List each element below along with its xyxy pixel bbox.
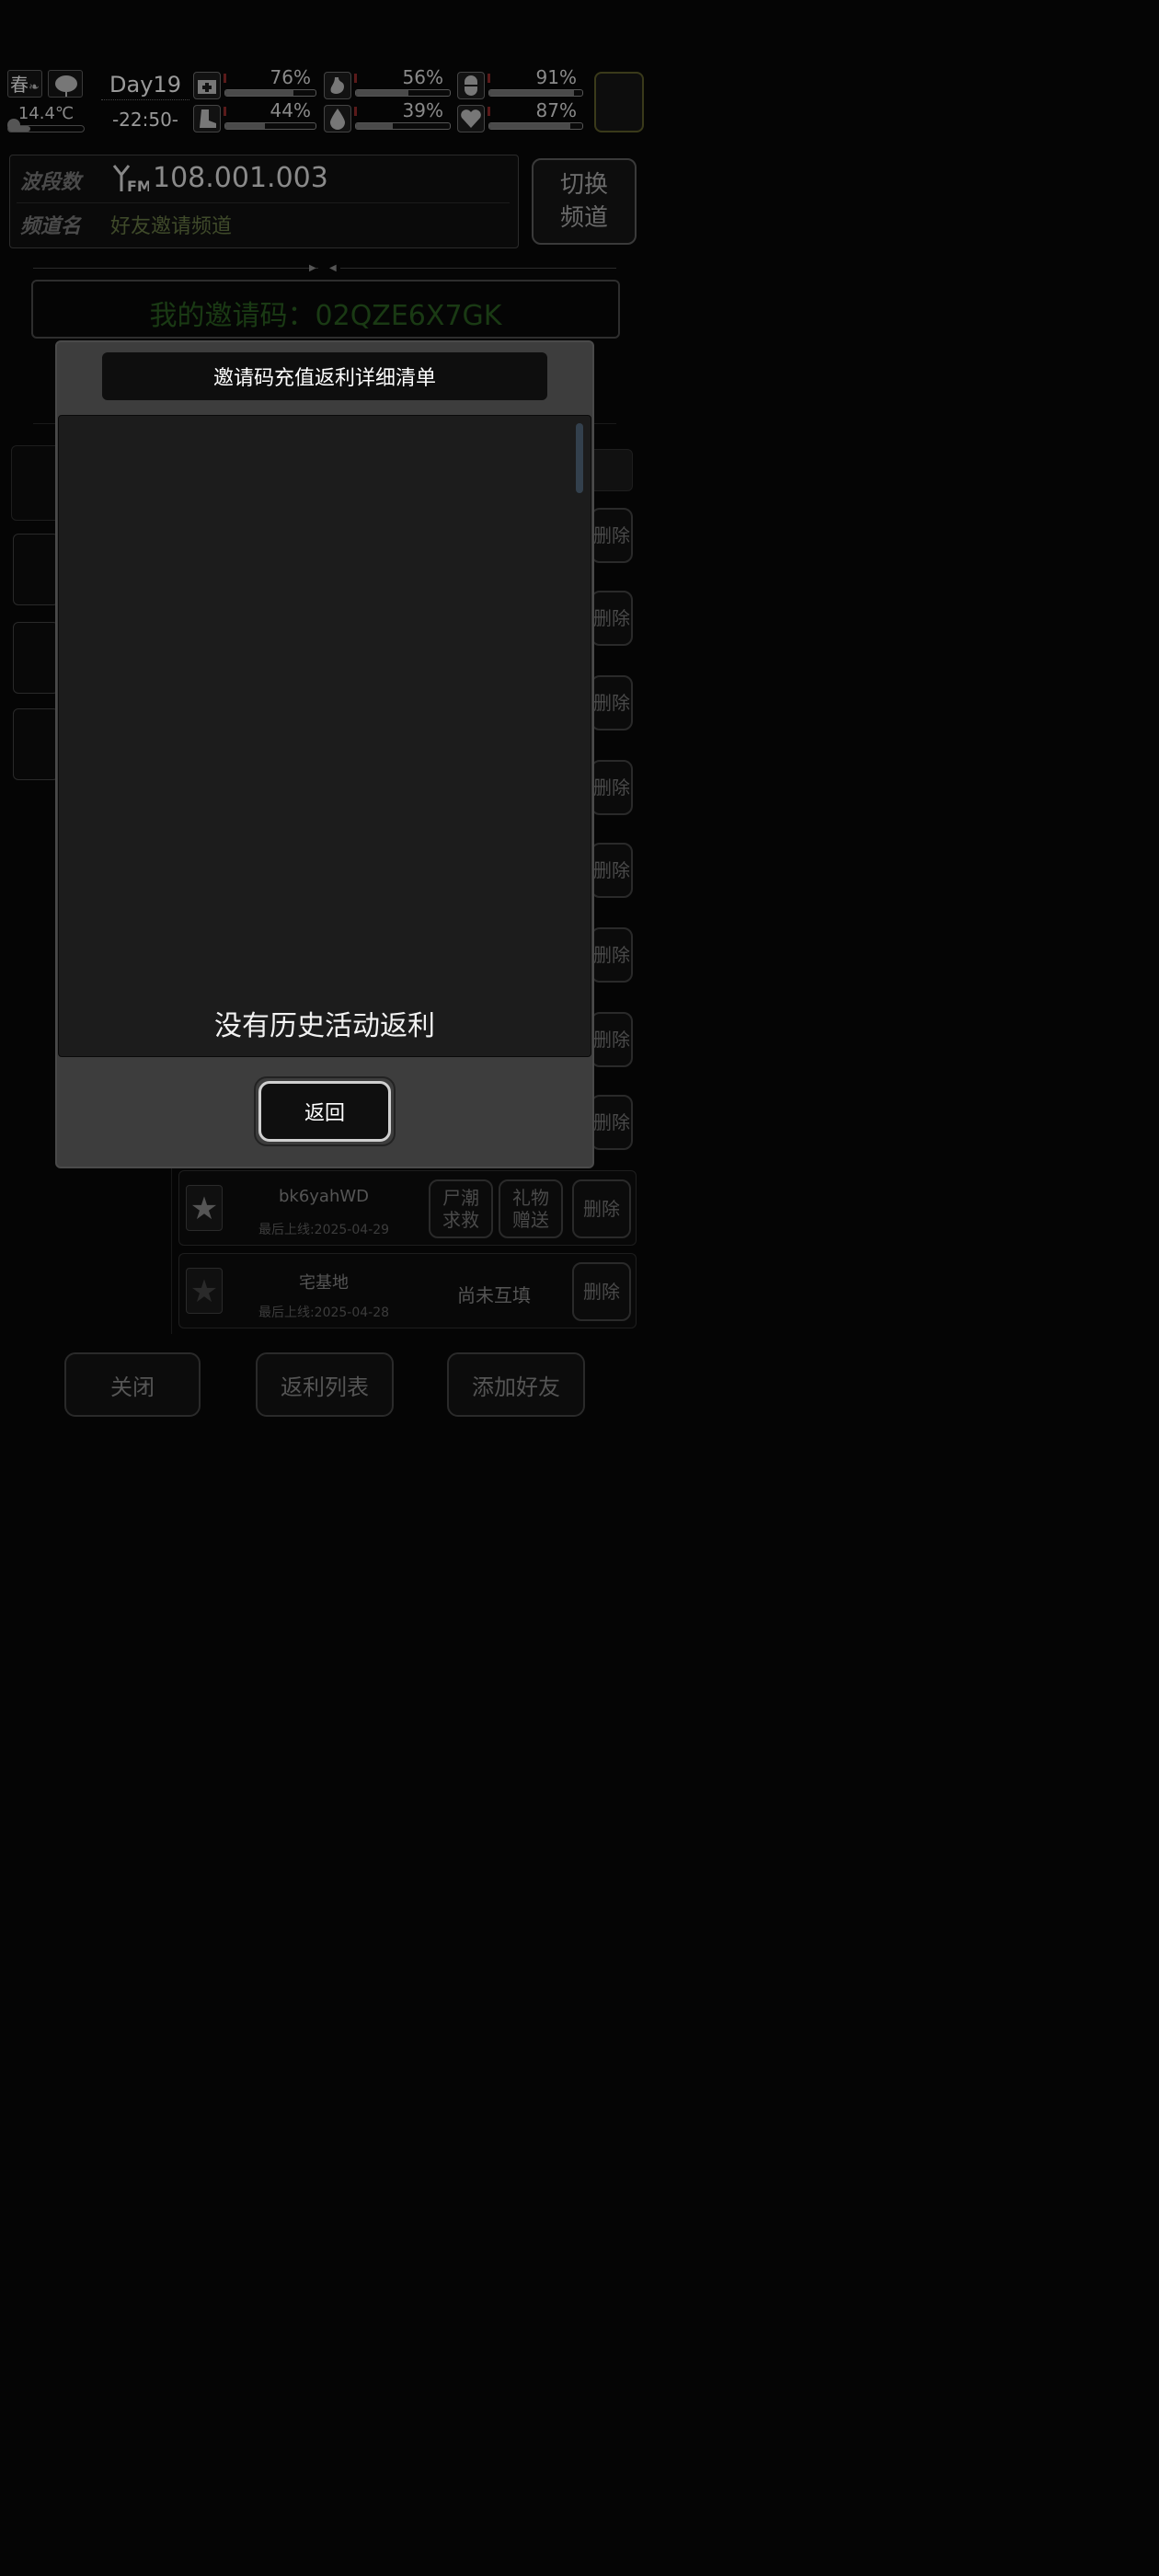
freq-value: 108.001.003 <box>153 162 328 194</box>
health-percent: 76% <box>270 66 311 88</box>
empty-rebate-message: 没有历史活动返利 <box>214 1010 435 1042</box>
pill-icon <box>457 72 485 99</box>
clock: -22:50- <box>111 109 179 131</box>
channel-name-label: 频道名 <box>20 215 82 238</box>
thermometer-icon <box>7 119 20 132</box>
zombie-tide-help-button[interactable]: 尸潮 求救 <box>429 1179 493 1238</box>
medicine-percent: 91% <box>535 66 577 88</box>
stat-fill <box>489 123 570 129</box>
stamina-bar <box>224 122 316 130</box>
delete-button[interactable]: 删除 <box>591 927 633 983</box>
day-counter: Day19 <box>109 72 181 98</box>
list-header-cell <box>589 449 633 491</box>
stat-fill <box>489 90 574 96</box>
delete-label: 删除 <box>593 524 630 546</box>
stat-fill <box>356 90 409 96</box>
thirst-bar <box>355 122 451 130</box>
side-tab[interactable] <box>13 708 59 780</box>
delete-label: 删除 <box>593 692 630 714</box>
favorite-star-icon[interactable]: ★ <box>186 1268 223 1314</box>
delete-label: 删除 <box>593 776 630 799</box>
delete-button[interactable]: 删除 <box>591 1095 633 1150</box>
delete-label: 删除 <box>593 1029 630 1051</box>
delete-label: 删除 <box>593 607 630 629</box>
switch-line-1: 切换 <box>559 171 608 199</box>
friend-name: bk6yahWD <box>278 1187 370 1206</box>
delete-button[interactable]: 删除 <box>591 508 633 563</box>
delete-button[interactable]: 删除 <box>591 591 633 646</box>
dialog-title: 邀请码充值返利详细清单 <box>102 352 547 400</box>
delete-button[interactable]: 删除 <box>572 1179 631 1238</box>
delete-label: 删除 <box>593 1111 630 1133</box>
header-line-right <box>340 268 616 269</box>
gift-button[interactable]: 礼物 赠送 <box>499 1179 563 1238</box>
medkit-icon <box>193 72 221 99</box>
channel-divider <box>17 202 510 203</box>
invite-code[interactable]: 我的邀请码：02QZE6X7GK <box>31 293 620 333</box>
health-bar <box>224 89 316 97</box>
mood-bar <box>488 122 583 130</box>
favorite-star-icon[interactable]: ★ <box>186 1185 223 1231</box>
close-button[interactable]: 关闭 <box>64 1352 201 1417</box>
channel-name-value: 好友邀请频道 <box>110 215 233 238</box>
stat-fill <box>356 123 393 129</box>
stat-warning-mark <box>488 74 490 83</box>
mood-percent: 87% <box>535 99 577 121</box>
thirst-percent: 39% <box>402 99 443 121</box>
water-drop-icon <box>324 105 351 132</box>
gift-line-2: 赠送 <box>512 1209 549 1231</box>
heart-icon <box>457 105 485 132</box>
weather-cloud-icon <box>48 70 83 98</box>
stat-warning-mark <box>224 107 226 116</box>
freq-label: 波段数 <box>20 171 82 194</box>
delete-button[interactable]: 删除 <box>591 843 633 898</box>
switch-line-2: 频道 <box>559 204 608 232</box>
stat-warning-mark <box>488 107 490 116</box>
delete-label: 删除 <box>593 944 630 966</box>
header-line-left <box>33 268 318 269</box>
medicine-bar <box>488 89 583 97</box>
rebate-list[interactable] <box>58 415 591 1057</box>
delete-label: 删除 <box>593 859 630 881</box>
delete-button[interactable]: 删除 <box>572 1262 631 1321</box>
switch-channel-button[interactable]: 切换 频道 <box>532 158 637 245</box>
arrow-right-icon: ▶ <box>309 263 316 273</box>
stat-warning-mark <box>224 74 226 83</box>
antenna-fm-icon: FM <box>110 162 152 195</box>
rebate-list-button[interactable]: 返利列表 <box>256 1352 394 1417</box>
svg-text:FM: FM <box>127 178 149 195</box>
delete-button[interactable]: 删除 <box>591 1012 633 1067</box>
stat-warning-mark <box>354 107 357 116</box>
season-indicator: 春❧ <box>7 70 42 98</box>
friend-last-online: 最后上线:2025-04-28 <box>258 1305 390 1320</box>
friend-last-online: 最后上线:2025-04-29 <box>258 1223 390 1237</box>
gift-line-1: 礼物 <box>512 1187 549 1209</box>
leaf-icon: ❧ <box>29 80 40 95</box>
side-tab[interactable] <box>13 622 59 694</box>
delete-label: 删除 <box>583 1198 620 1220</box>
map-button[interactable] <box>594 72 644 132</box>
help-line-1: 尸潮 <box>442 1187 479 1209</box>
time-divider <box>101 99 189 107</box>
arrow-left-icon: ◀ <box>329 263 337 273</box>
friend-name: 宅基地 <box>299 1273 349 1293</box>
back-button[interactable]: 返回 <box>258 1081 391 1142</box>
hunger-bar <box>355 89 451 97</box>
stat-fill <box>225 90 294 96</box>
boot-icon <box>193 105 221 132</box>
hunger-percent: 56% <box>402 66 443 88</box>
stat-warning-mark <box>354 74 357 83</box>
side-tab[interactable] <box>13 534 59 605</box>
stamina-percent: 44% <box>270 99 311 121</box>
season-label: 春 <box>10 74 29 96</box>
delete-label: 删除 <box>583 1281 620 1303</box>
help-line-2: 求救 <box>442 1209 479 1231</box>
delete-button[interactable]: 删除 <box>591 760 633 815</box>
delete-button[interactable]: 删除 <box>591 675 633 730</box>
add-friend-button[interactable]: 添加好友 <box>447 1352 585 1417</box>
stomach-icon <box>324 72 351 99</box>
list-scrollbar[interactable] <box>576 423 583 493</box>
mutual-status: 尚未互填 <box>457 1284 531 1306</box>
stat-fill <box>225 123 266 129</box>
